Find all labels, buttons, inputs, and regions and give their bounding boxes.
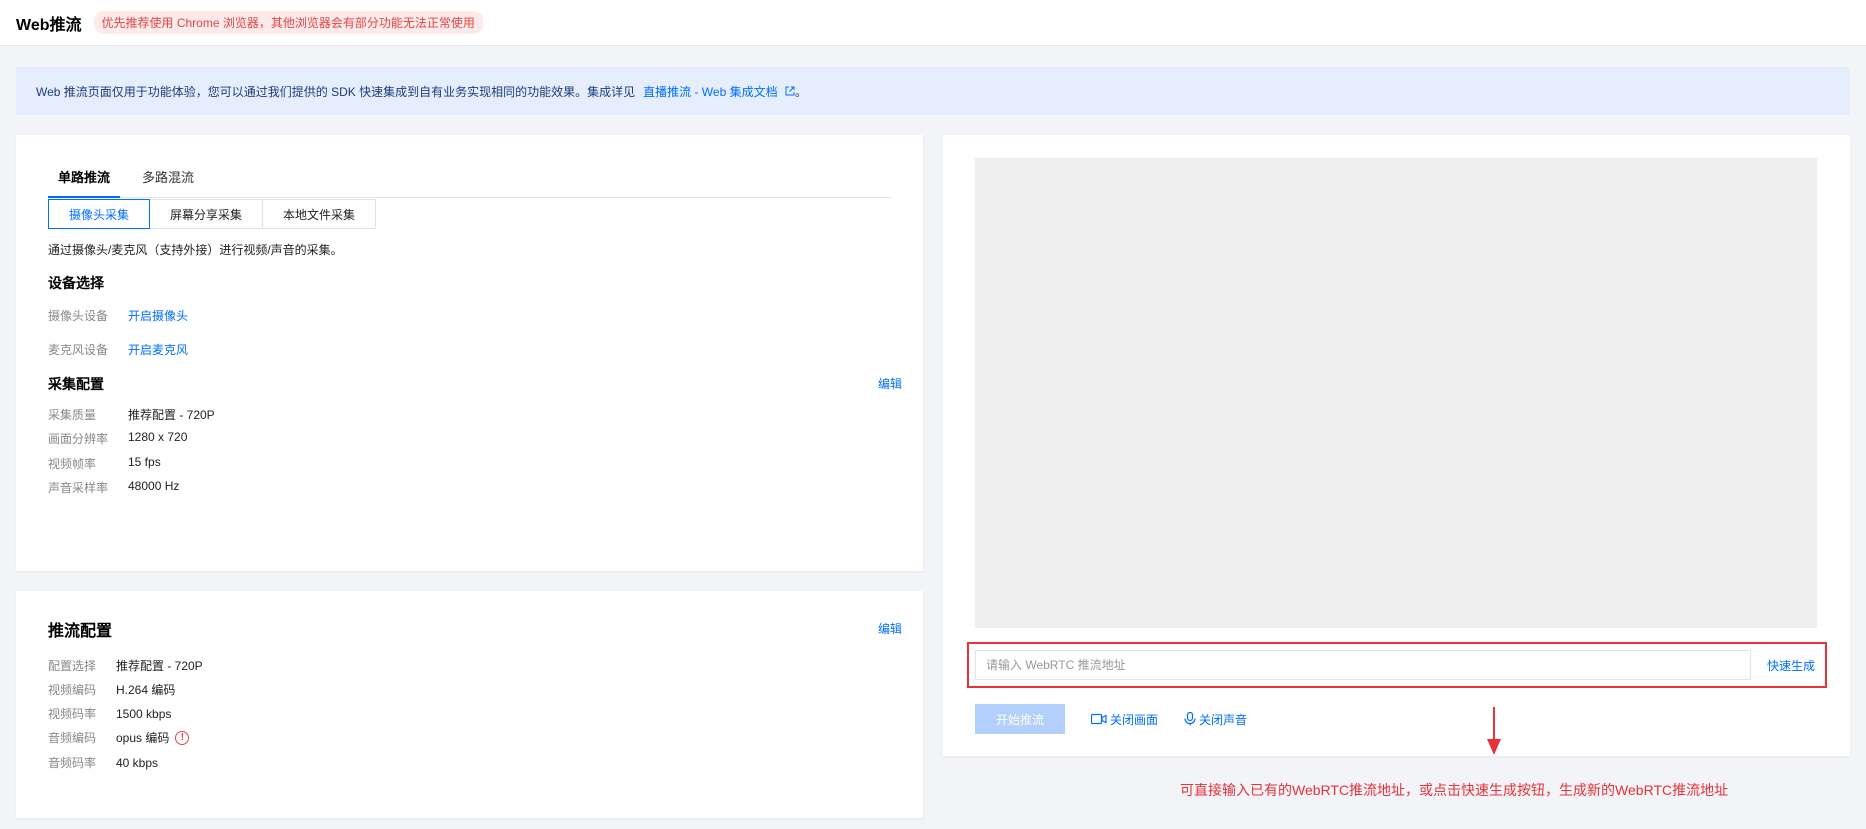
annotation-text: 可直接输入已有的WebRTC推流地址，或点击快速生成按钮，生成新的WebRTC推… xyxy=(1180,782,1729,798)
framerate-label: 视频帧率 xyxy=(48,457,97,471)
video-codec-value: H.264 编码 xyxy=(116,683,176,697)
push-config-row: 音频码率 40 kbps xyxy=(48,754,158,771)
capture-config-row: 声音采样率 48000 Hz xyxy=(48,479,179,496)
preview-panel: 快速生成 开始推流 关闭画面 关闭声音 xyxy=(943,135,1850,756)
banner-text: Web 推流页面仅用于功能体验，您可以通过我们提供的 SDK 快速集成到自有业务… xyxy=(36,84,636,99)
external-link-icon xyxy=(785,86,795,99)
page-title: Web推流 xyxy=(16,16,82,34)
integration-doc-link-label: 直播推流 - Web 集成文档 xyxy=(643,84,778,99)
video-bitrate-value: 1500 kbps xyxy=(116,706,172,721)
capture-quality-label: 采集质量 xyxy=(48,408,97,422)
video-preview xyxy=(975,158,1817,628)
push-url-input[interactable] xyxy=(975,650,1751,680)
annotation-arrow xyxy=(1487,707,1501,755)
open-mic-link[interactable]: 开启麦克风 xyxy=(128,341,188,358)
push-config-row: 音频编码 opus 编码 ! xyxy=(48,729,190,746)
preset-value: 推荐配置 - 720P xyxy=(116,659,203,673)
local-file-capture-button[interactable]: 本地文件采集 xyxy=(262,199,377,229)
start-push-button[interactable]: 开始推流 xyxy=(975,704,1065,734)
resolution-value: 1280 x 720 xyxy=(128,430,188,444)
video-codec-label: 视频编码 xyxy=(48,683,97,697)
preset-label: 配置选择 xyxy=(48,659,97,673)
audio-codec-value: opus 编码 xyxy=(116,731,170,745)
framerate-value: 15 fps xyxy=(128,455,161,469)
device-section-title: 设备选择 xyxy=(48,275,104,291)
camera-capture-button[interactable]: 摄像头采集 xyxy=(48,199,151,229)
banner-suffix: 。 xyxy=(794,84,807,99)
push-config-row: 视频编码 H.264 编码 xyxy=(48,681,175,698)
url-highlight-box: 快速生成 xyxy=(967,642,1827,688)
push-config-panel: 推流配置 编辑 配置选择 推荐配置 - 720P 视频编码 H.264 编码 视… xyxy=(16,591,923,818)
push-config-row: 视频码率 1500 kbps xyxy=(48,705,171,722)
microphone-icon xyxy=(1184,712,1196,726)
camera-device-row-content: 摄像头设备 开启摄像头 xyxy=(48,307,188,324)
capture-panel: 单路推流 多路混流 摄像头采集 屏幕分享采集 本地文件采集 通过摄像头/麦克风（… xyxy=(16,135,923,571)
camera-device-label: 摄像头设备 xyxy=(48,309,109,323)
close-audio-label: 关闭声音 xyxy=(1199,712,1248,727)
browser-warning-badge: 优先推荐使用 Chrome 浏览器，其他浏览器会有部分功能无法正常使用 xyxy=(93,11,483,34)
push-config-edit-link[interactable]: 编辑 xyxy=(878,620,902,637)
screen-share-capture-button[interactable]: 屏幕分享采集 xyxy=(149,199,264,229)
video-bitrate-label: 视频码率 xyxy=(48,707,97,721)
close-audio-button[interactable]: 关闭声音 xyxy=(1184,711,1247,728)
open-camera-link[interactable]: 开启摄像头 xyxy=(128,307,188,324)
top-header: Web推流 优先推荐使用 Chrome 浏览器，其他浏览器会有部分功能无法正常使… xyxy=(0,0,1866,46)
mic-device-label: 麦克风设备 xyxy=(48,343,109,357)
push-config-title: 推流配置 xyxy=(48,623,113,640)
video-camera-icon xyxy=(1091,713,1107,725)
close-video-button[interactable]: 关闭画面 xyxy=(1091,711,1158,728)
resolution-label: 画面分辨率 xyxy=(48,432,109,446)
sample-rate-value: 48000 Hz xyxy=(128,479,180,493)
close-video-label: 关闭画面 xyxy=(1110,712,1159,727)
tab-single-push[interactable]: 单路推流 xyxy=(48,165,121,198)
audio-bitrate-label: 音频码率 xyxy=(48,756,97,770)
mic-device-row: 麦克风设备 开启麦克风 xyxy=(48,341,188,358)
capture-quality-value: 推荐配置 - 720P xyxy=(128,408,215,422)
audio-bitrate-value: 40 kbps xyxy=(116,755,159,770)
integration-doc-link[interactable]: 直播推流 - Web 集成文档 xyxy=(643,83,795,100)
capture-mode-selector: 摄像头采集 屏幕分享采集 本地文件采集 xyxy=(48,199,377,229)
push-config-row: 配置选择 推荐配置 - 720P xyxy=(48,657,203,674)
capture-config-row: 画面分辨率 1280 x 720 xyxy=(48,430,187,447)
capture-config-title: 采集配置 xyxy=(48,376,104,392)
sample-rate-label: 声音采样率 xyxy=(48,481,109,495)
capture-config-row: 采集质量 推荐配置 - 720P xyxy=(48,406,215,423)
tab-multi-mix[interactable]: 多路混流 xyxy=(132,165,204,198)
push-actions: 开始推流 关闭画面 关闭声音 xyxy=(975,704,1247,734)
quick-generate-link[interactable]: 快速生成 xyxy=(1767,657,1815,674)
capture-config-edit-link[interactable]: 编辑 xyxy=(878,375,902,392)
info-banner: Web 推流页面仅用于功能体验，您可以通过我们提供的 SDK 快速集成到自有业务… xyxy=(16,67,1850,115)
capture-config-row: 视频帧率 15 fps xyxy=(48,455,161,472)
audio-codec-label: 音频编码 xyxy=(48,731,97,745)
warning-icon[interactable]: ! xyxy=(175,730,190,745)
capture-description: 通过摄像头/麦克风（支持外接）进行视频/声音的采集。 xyxy=(48,243,343,257)
push-mode-tabs: 单路推流 多路混流 xyxy=(48,165,891,198)
